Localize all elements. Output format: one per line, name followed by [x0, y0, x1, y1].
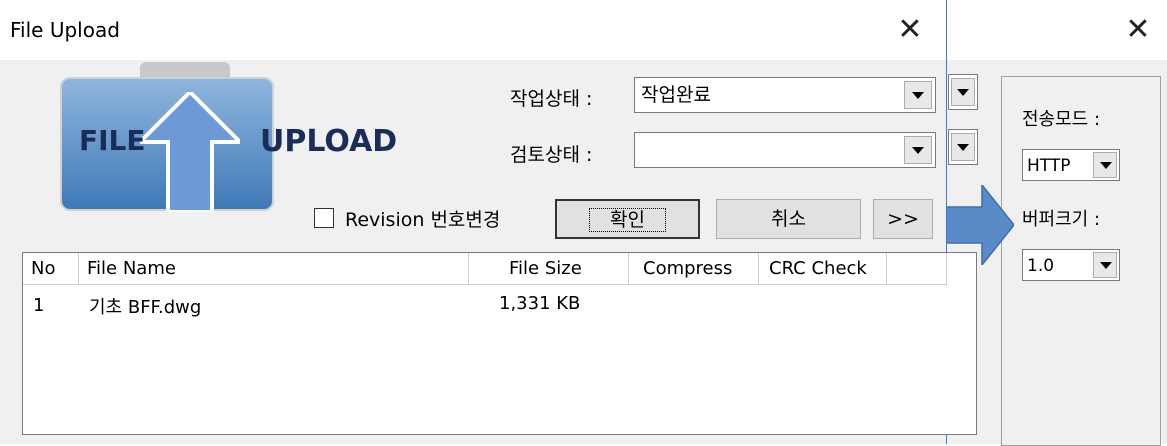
transfer-mode-select[interactable]: HTTP	[1022, 149, 1120, 181]
column-header-crc-check[interactable]: CRC Check	[759, 253, 887, 285]
column-header-compress[interactable]: Compress	[629, 253, 759, 285]
window-title: File Upload	[10, 18, 120, 42]
buffer-size-select[interactable]: 1.0	[1022, 249, 1120, 281]
review-status-label: 검토상태 :	[510, 144, 593, 166]
cancel-button[interactable]: 취소	[716, 199, 861, 239]
expand-button[interactable]: >>	[873, 199, 933, 239]
chevron-down-icon[interactable]	[951, 133, 975, 161]
row-file-name: 기초 BFF.dwg	[89, 297, 202, 318]
transfer-mode-value: HTTP	[1027, 156, 1071, 176]
column-header-no[interactable]: No	[23, 253, 79, 285]
work-status-select[interactable]: 작업완료	[634, 77, 936, 113]
column-header-file-name[interactable]: File Name	[79, 253, 469, 285]
column-header-file-size[interactable]: File Size	[469, 253, 629, 285]
stub-dropdown[interactable]	[948, 129, 978, 165]
confirm-button[interactable]: 확인	[555, 199, 700, 239]
stub-dropdown[interactable]	[948, 74, 978, 110]
row-file-size: 1,331 KB	[499, 293, 581, 314]
column-header-empty	[887, 253, 947, 285]
work-status-label: 작업상태 :	[510, 88, 593, 110]
logo-upload-text: UPLOAD	[260, 124, 398, 159]
logo-file-text: FILE	[79, 124, 146, 157]
chevron-down-icon[interactable]	[904, 81, 932, 109]
review-status-select[interactable]	[634, 132, 936, 168]
chevron-down-icon[interactable]	[1093, 252, 1117, 278]
table-row[interactable]: 1 기초 BFF.dwg 1,331 KB	[23, 287, 943, 318]
file-upload-logo: FILE UPLOAD	[45, 62, 415, 212]
close-icon[interactable]: ✕	[1118, 10, 1158, 50]
upload-arrow-icon	[140, 92, 240, 212]
transfer-mode-label: 전송모드 :	[1022, 109, 1101, 130]
revision-checkbox-label: Revision 번호변경	[345, 209, 501, 231]
title-bar: File Upload ✕	[0, 0, 946, 60]
close-icon[interactable]: ✕	[890, 10, 930, 50]
file-upload-window: File Upload ✕ FILE UPLOAD 작업상태 : 작업완료 검토…	[0, 0, 977, 444]
chevron-down-icon[interactable]	[1093, 152, 1117, 178]
confirm-button-label: 확인	[589, 208, 666, 232]
buffer-size-value: 1.0	[1027, 256, 1055, 276]
file-list-table[interactable]: No File Name File Size Compress CRC Chec…	[22, 252, 977, 435]
chevron-down-icon[interactable]	[951, 78, 975, 106]
revision-checkbox[interactable]	[314, 208, 334, 228]
transfer-settings-panel: 전송모드 : HTTP 버퍼크기 : 1.0	[1001, 76, 1161, 446]
work-status-value: 작업완료	[641, 84, 711, 106]
buffer-size-label: 버퍼크기 :	[1022, 209, 1101, 230]
row-no: 1	[33, 295, 45, 316]
chevron-down-icon[interactable]	[904, 136, 932, 164]
